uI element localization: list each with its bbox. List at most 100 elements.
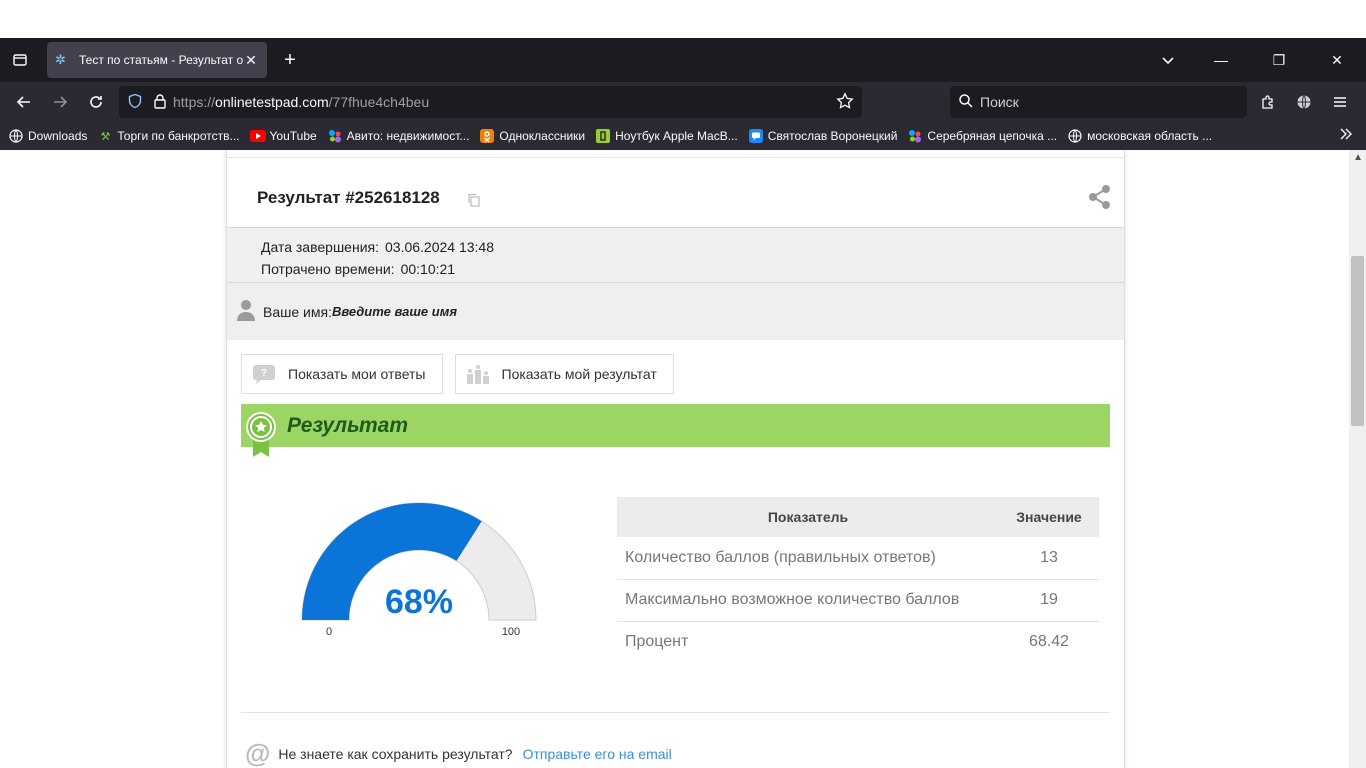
column-header: Значение <box>999 497 1099 537</box>
user-icon <box>237 299 255 324</box>
reload-icon[interactable] <box>78 86 114 118</box>
table-cell-value: 68.42 <box>1028 633 1070 651</box>
result-card: Результат #252618128 Дата завершения: 03.… <box>226 150 1125 768</box>
page-content: Результат #252618128 Дата завершения: 03.… <box>0 150 1366 768</box>
bookmark-item[interactable]: YouTube <box>249 128 317 144</box>
table-cell-value: 13 <box>999 537 1099 580</box>
scrollbar[interactable]: ▲ <box>1349 150 1366 768</box>
divider <box>241 712 1110 713</box>
bookmark-label: Одноклассники <box>499 129 586 143</box>
url-text[interactable]: https://onlinetestpad.com/77fhue4ch4beu <box>173 94 836 110</box>
tab-bar: ✲ Тест по статьям - Результат онлайн ✕ +… <box>0 38 1366 82</box>
search-icon <box>958 93 974 112</box>
shield-icon[interactable] <box>127 93 143 112</box>
lock-icon[interactable] <box>153 93 167 112</box>
finish-label: Дата завершения: <box>261 239 379 255</box>
close-tab-icon[interactable]: ✕ <box>243 52 259 69</box>
globe-icon <box>1067 128 1083 144</box>
bookmark-item[interactable]: Одноклассники <box>479 128 585 144</box>
name-label: Ваше имя: <box>263 303 332 320</box>
extensions-icon[interactable] <box>1250 86 1286 118</box>
search-placeholder: Поиск <box>980 94 1019 110</box>
scrollbar-thumb[interactable] <box>1351 256 1364 426</box>
bookmark-label: Ноутбук Apple MacB... <box>615 129 738 143</box>
award-badge-icon <box>245 409 277 464</box>
bookmark-item[interactable]: Downloads <box>8 128 87 144</box>
time-value: 00:10:21 <box>400 261 456 277</box>
bookmark-item[interactable]: Святослав Воронецкий <box>748 128 898 144</box>
show-answers-button[interactable]: ? Показать мои ответы <box>241 354 443 394</box>
name-row: Ваше имя: Введите ваше имя <box>227 283 1124 340</box>
chat-icon <box>748 128 764 144</box>
copy-icon[interactable] <box>467 193 481 212</box>
share-icon[interactable] <box>1088 184 1112 215</box>
table-header-row: Показатель Значение <box>617 497 1099 537</box>
result-title: Результат #252618128 <box>257 188 440 207</box>
gauge-value-label: 68% <box>385 583 453 621</box>
search-input[interactable]: Поиск <box>950 86 1247 118</box>
table-cell-name: Процент <box>625 633 689 651</box>
restore-icon[interactable]: ❐ <box>1250 38 1308 82</box>
show-answers-label: Показать мои ответы <box>288 366 426 382</box>
top-blank-area <box>0 0 1366 38</box>
url-domain: onlinetestpad.com <box>215 94 329 110</box>
bookmark-item[interactable]: ⚒ Торги по банкротств... <box>97 128 239 144</box>
back-icon[interactable] <box>6 86 42 118</box>
table-cell-name: Количество баллов (правильных ответов) <box>617 537 999 580</box>
gauge-min-label: 0 <box>326 626 332 638</box>
score-gauge: 68% 0 100 <box>301 502 537 638</box>
finish-value: 03.06.2024 13:48 <box>385 239 494 255</box>
tab-overview-icon[interactable] <box>0 38 40 82</box>
bookmark-item[interactable]: Серебряная цепочка ... <box>907 128 1057 144</box>
podium-icon <box>466 365 489 384</box>
show-result-button[interactable]: Показать мой результат <box>454 354 674 394</box>
bookmark-label: Святослав Воронецкий <box>767 129 898 143</box>
bookmark-item[interactable]: московская область ... <box>1067 128 1212 144</box>
name-input[interactable]: Введите ваше имя <box>332 304 457 319</box>
send-email-link[interactable]: Отправьте его на email <box>523 746 672 762</box>
avito-icon <box>907 128 923 144</box>
result-meta: Дата завершения: 03.06.2024 13:48 Потраче… <box>227 227 1124 283</box>
bookmark-label: Торги по банкротств... <box>117 129 240 143</box>
new-tab-button[interactable]: + <box>278 38 302 82</box>
bookmark-label: московская область ... <box>1087 129 1213 143</box>
table-row: Количество баллов (правильных ответов) 13 <box>617 537 1099 580</box>
show-result-label: Показать мой результат <box>501 366 657 382</box>
bookmark-label: Серебряная цепочка ... <box>927 129 1058 143</box>
avito-icon <box>327 128 343 144</box>
url-bar[interactable]: https://onlinetestpad.com/77fhue4ch4beu <box>119 86 862 118</box>
section-title: Результат <box>287 413 409 437</box>
time-label: Потрачено времени: <box>261 261 395 277</box>
table-cell-name: Максимально возможное количество баллов <box>617 579 999 622</box>
globe-icon <box>8 128 24 144</box>
column-header: Показатель <box>617 497 999 537</box>
menu-icon[interactable] <box>1322 86 1358 118</box>
card-top-edge <box>227 150 1124 158</box>
more-bookmarks-chevron-icon[interactable] <box>1338 126 1354 145</box>
bookmark-item[interactable]: Ноутбук Apple MacB... <box>595 128 738 144</box>
nav-bar: https://onlinetestpad.com/77fhue4ch4beu … <box>0 82 1366 122</box>
window-close-icon[interactable]: ✕ <box>1308 38 1366 82</box>
hammer-icon: ⚒ <box>100 130 111 143</box>
bookmark-star-icon[interactable] <box>836 91 854 113</box>
active-tab[interactable]: ✲ Тест по статьям - Результат онлайн ✕ <box>47 42 267 78</box>
youtube-icon <box>249 128 266 144</box>
question-bubble-icon: ? <box>253 365 275 384</box>
url-scheme: https:// <box>173 94 216 110</box>
gauge-max-label: 100 <box>502 626 520 638</box>
svg-text:?: ? <box>261 368 267 379</box>
table-row: Процент 68.42 <box>617 621 1099 663</box>
result-header: Результат #252618128 <box>227 158 1124 227</box>
vpn-globe-icon[interactable] <box>1286 86 1322 118</box>
bookmark-item[interactable]: Авито: недвижимост... <box>327 128 469 144</box>
favicon-icon: ✲ <box>55 52 66 67</box>
bookmarks-bar: Downloads ⚒ Торги по банкротств... YouTub… <box>0 122 1366 150</box>
minimize-icon[interactable]: — <box>1192 38 1250 82</box>
forward-icon[interactable] <box>42 86 78 118</box>
bookmark-label: YouTube <box>269 129 317 143</box>
at-sign-icon: @ <box>245 738 271 768</box>
list-tabs-chevron-icon[interactable] <box>1156 38 1180 82</box>
ok-icon <box>479 128 495 144</box>
shop-icon <box>595 128 611 144</box>
scroll-up-arrow-icon[interactable]: ▲ <box>1353 152 1363 163</box>
